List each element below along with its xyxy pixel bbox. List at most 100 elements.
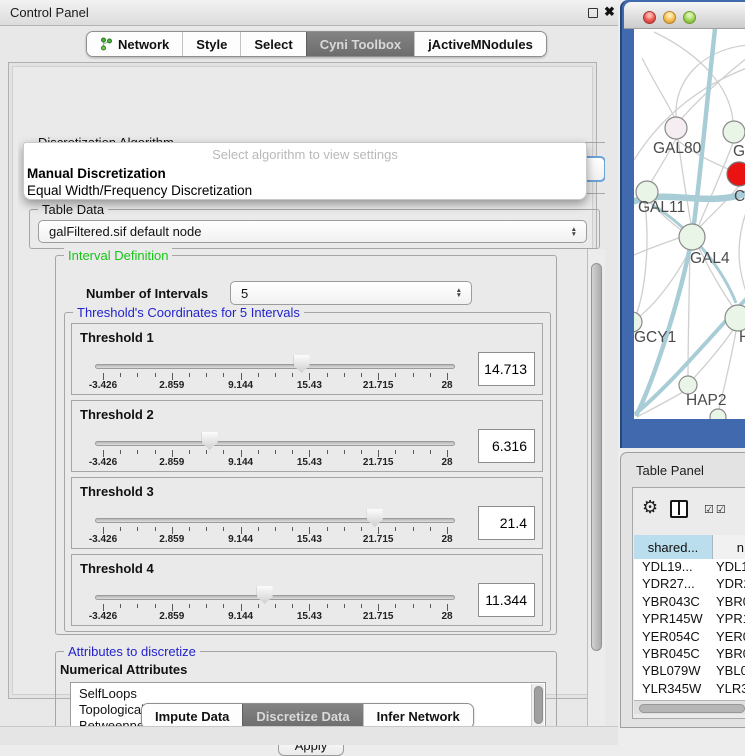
table-row[interactable]: YDL19...YDL1 bbox=[634, 559, 745, 576]
zoom-traffic-light[interactable] bbox=[683, 11, 696, 24]
threshold-slider-track[interactable] bbox=[95, 364, 455, 369]
node-label-h: H bbox=[739, 329, 745, 346]
node-label-c: C bbox=[734, 188, 745, 205]
number-of-intervals-value: 5 bbox=[241, 286, 248, 301]
minor-tick bbox=[120, 373, 121, 377]
table-data-combobox[interactable]: galFiltered.sif default node ▲▼ bbox=[38, 220, 587, 243]
major-tick bbox=[378, 604, 379, 611]
group-title: Threshold's Coordinates for 5 Intervals bbox=[73, 305, 304, 320]
list-scrollbar-thumb[interactable] bbox=[534, 686, 543, 724]
column-header-name[interactable]: n bbox=[713, 535, 745, 559]
threshold-slider-thumb[interactable] bbox=[367, 509, 383, 527]
table-row[interactable]: YBL079WYBL0 bbox=[634, 663, 745, 680]
node-label-gal80: GAL80 bbox=[653, 140, 702, 157]
minor-tick bbox=[258, 373, 259, 377]
threshold-slider-track[interactable] bbox=[95, 595, 455, 600]
network-node-unlabeled[interactable] bbox=[710, 409, 726, 419]
spinner-arrows-icon: ▲▼ bbox=[456, 282, 462, 304]
dropdown-option-manual[interactable]: Manual Discretization bbox=[26, 166, 584, 181]
network-node-ga[interactable] bbox=[723, 121, 745, 143]
column-header-shared-name[interactable]: shared... bbox=[634, 535, 713, 559]
tab-jactivemnodules[interactable]: jActiveMNodules bbox=[414, 32, 546, 56]
network-icon bbox=[100, 37, 113, 51]
tick-label: 21.715 bbox=[363, 457, 394, 468]
minor-tick bbox=[189, 450, 190, 454]
minor-tick bbox=[189, 527, 190, 531]
minor-tick bbox=[223, 604, 224, 608]
group-title: Table Data bbox=[38, 202, 108, 217]
cell-shared-name: YER054C bbox=[642, 629, 700, 644]
tab-label: Discretize Data bbox=[256, 709, 349, 724]
threshold-value-field[interactable]: 14.713 bbox=[478, 352, 535, 386]
minor-tick bbox=[327, 527, 328, 531]
tab-cyni-toolbox[interactable]: Cyni Toolbox bbox=[306, 32, 414, 56]
threshold-panel-4: Threshold 4-3.4262.8599.14415.4321.71528… bbox=[71, 554, 543, 626]
threshold-value-field[interactable]: 6.316 bbox=[478, 429, 535, 463]
table-body[interactable]: YDL19...YDL1YDR27...YDR2YBR043CYBR0YPR14… bbox=[634, 559, 745, 700]
table-row[interactable]: YBR045CYBR0 bbox=[634, 646, 745, 663]
control-panel-window: Control Panel ✖ NetworkStyleSelectCyni T… bbox=[0, 0, 618, 745]
dropdown-option-equal-width[interactable]: Equal Width/Frequency Discretization bbox=[26, 183, 584, 198]
network-node-c[interactable] bbox=[727, 162, 745, 186]
table-row[interactable]: YER054C YER0 bbox=[634, 629, 745, 646]
tab-discretize-data[interactable]: Discretize Data bbox=[242, 704, 362, 728]
tick-label: 28 bbox=[441, 457, 452, 468]
tick-label: 9.144 bbox=[228, 611, 253, 622]
minimize-traffic-light[interactable] bbox=[663, 11, 676, 24]
table-hscrollbar-thumb[interactable] bbox=[639, 704, 745, 713]
tick-label: 28 bbox=[441, 380, 452, 391]
threshold-value-field[interactable]: 21.4 bbox=[478, 506, 535, 540]
tab-label: Select bbox=[254, 37, 292, 52]
table-row[interactable]: YPR145WYPR1 bbox=[634, 611, 745, 628]
major-tick bbox=[309, 604, 310, 611]
tab-select[interactable]: Select bbox=[240, 32, 305, 56]
minor-tick bbox=[361, 527, 362, 531]
minor-tick bbox=[120, 527, 121, 531]
tab-style[interactable]: Style bbox=[182, 32, 240, 56]
tab-network[interactable]: Network bbox=[87, 32, 182, 56]
major-tick bbox=[309, 373, 310, 380]
gear-icon[interactable]: ⚙ bbox=[642, 497, 658, 518]
network-thick-edges bbox=[634, 29, 745, 416]
network-canvas[interactable]: GAL80GACGAL11GAL4GCY1HHAP2 bbox=[634, 29, 745, 419]
table-row[interactable]: YBR043CYBR0 bbox=[634, 594, 745, 611]
table-row[interactable]: YLR345WYLR3 bbox=[634, 681, 745, 698]
minor-tick bbox=[223, 373, 224, 377]
minor-tick bbox=[275, 373, 276, 377]
close-traffic-light[interactable] bbox=[643, 11, 656, 24]
group-title: Attributes to discretize bbox=[64, 644, 200, 659]
network-node-gal4[interactable] bbox=[679, 224, 705, 250]
close-icon[interactable]: ✖ bbox=[604, 4, 615, 20]
table-horizontal-scrollbar[interactable] bbox=[634, 700, 745, 714]
cell-shared-name: YDR27... bbox=[642, 576, 695, 591]
float-window-icon[interactable] bbox=[588, 8, 598, 18]
threshold-slider-thumb[interactable] bbox=[202, 432, 218, 450]
node-label-hap2: HAP2 bbox=[686, 392, 727, 409]
split-columns-icon[interactable] bbox=[670, 500, 688, 518]
checkboxes-icon[interactable]: ☑☑ bbox=[704, 503, 728, 516]
table-panel-inner: ⚙ ☑☑ shared... n YDL19...YDL1YDR27...YDR… bbox=[632, 487, 745, 719]
table-row[interactable]: YDR27...YDR2 bbox=[634, 576, 745, 593]
number-of-intervals-combobox[interactable]: 5 ▲▼ bbox=[230, 281, 472, 305]
cell-name: YER0 bbox=[716, 629, 745, 644]
threshold-value-field[interactable]: 11.344 bbox=[478, 583, 535, 617]
network-node-h[interactable] bbox=[725, 305, 745, 331]
network-node-gal80[interactable] bbox=[665, 117, 687, 139]
network-window-titlebar[interactable] bbox=[624, 2, 745, 29]
threshold-slider-thumb[interactable] bbox=[257, 586, 273, 604]
panel-scrollbar[interactable] bbox=[587, 249, 605, 727]
tab-impute-data[interactable]: Impute Data bbox=[142, 704, 242, 728]
attribute-item-selfloops[interactable]: SelfLoops bbox=[79, 686, 137, 702]
tab-infer-network[interactable]: Infer Network bbox=[363, 704, 473, 728]
threshold-slider-thumb[interactable] bbox=[294, 355, 310, 373]
tick-label: -3.426 bbox=[89, 457, 117, 468]
list-scrollbar[interactable] bbox=[531, 684, 544, 727]
minor-tick bbox=[395, 450, 396, 454]
minor-tick bbox=[258, 604, 259, 608]
major-tick bbox=[447, 604, 448, 611]
threshold-slider-track[interactable] bbox=[95, 518, 455, 523]
tab-label: Impute Data bbox=[155, 709, 229, 724]
threshold-slider-track[interactable] bbox=[95, 441, 455, 446]
minor-tick bbox=[430, 604, 431, 608]
panel-scrollbar-thumb[interactable] bbox=[591, 263, 602, 651]
